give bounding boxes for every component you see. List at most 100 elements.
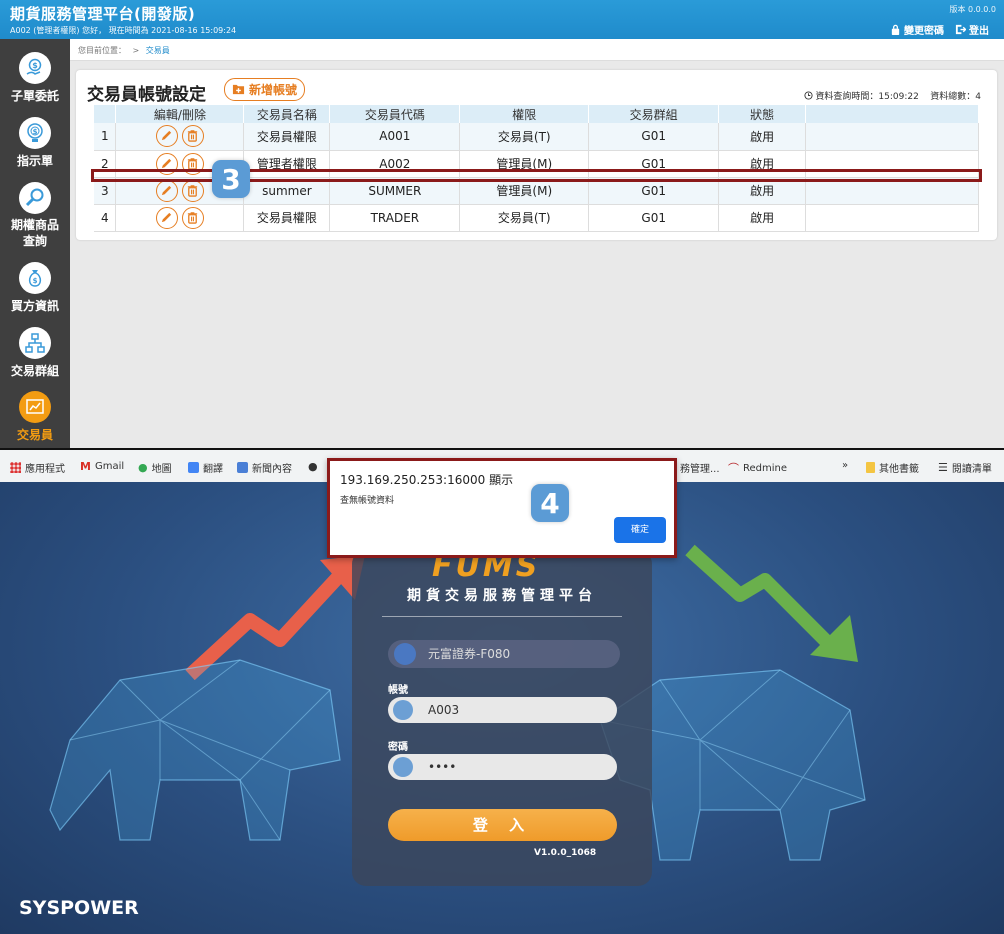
account-label: 帳號 (388, 685, 408, 696)
bookmark-label: 翻譯 (203, 464, 223, 475)
step-badge-3: 3 (212, 160, 250, 198)
money-bag-icon: $ (19, 262, 51, 294)
sidebar-item-buyer-info[interactable]: $ 買方資訊 (0, 262, 70, 314)
news-icon (237, 462, 248, 473)
logout-label: 登出 (969, 26, 989, 37)
folder-icon (866, 462, 875, 473)
cell-permission: 交易員(T) (459, 204, 590, 232)
delete-icon[interactable] (181, 125, 204, 148)
dialog-message: 查無帳號資料 (340, 496, 395, 506)
cell-permission: 交易員(T) (459, 123, 590, 151)
version-label: 版本 0.0.0.0 (949, 5, 996, 14)
edit-icon[interactable] (155, 179, 178, 202)
bookmark-label: Gmail (94, 461, 125, 472)
change-password-button[interactable]: 變更密碼 (890, 22, 944, 37)
password-value: •••• (428, 760, 457, 774)
broker-select[interactable]: 元富證券-F080 (388, 640, 620, 668)
lock-icon (393, 757, 413, 777)
col-header-no (94, 105, 117, 123)
password-input[interactable]: •••• (388, 754, 617, 780)
breadcrumb-prefix: 您目前位置： (78, 46, 126, 55)
col-header-name[interactable]: 交易員名稱 (243, 105, 331, 123)
add-folder-icon (232, 84, 245, 95)
sidebar-item-instruction[interactable]: $ 指示單 (0, 117, 70, 169)
add-account-label: 新增帳號 (249, 83, 298, 97)
syspower-logo: SYSPOWER (19, 897, 139, 919)
bookmark-globe[interactable]: ● (308, 460, 318, 473)
lock-icon (891, 24, 900, 35)
bookmark-news[interactable]: 新聞內容 (237, 460, 292, 475)
account-input[interactable]: A003 (388, 697, 617, 723)
password-label: 密碼 (388, 742, 408, 753)
bookmark-redmine[interactable]: ⌒ Redmine (728, 460, 787, 476)
add-account-button[interactable]: 新增帳號 (224, 78, 306, 101)
search-icon (19, 182, 51, 214)
bookmark-label: 務管理... (680, 464, 720, 475)
dollar-hand-icon: $ (19, 52, 51, 84)
cell-blank (805, 204, 979, 232)
bookmark-label: 地圖 (151, 464, 172, 475)
bookmark-gmail[interactable]: M Gmail (80, 460, 124, 473)
row-actions (115, 204, 245, 232)
broker-value: 元富證券-F080 (428, 647, 511, 661)
edit-icon[interactable] (155, 125, 178, 148)
account-value: A003 (428, 703, 460, 717)
user-greeting: A002 (管理者權限) 您好， 現在時間為 2021-08-16 15:09:… (10, 26, 237, 35)
logout-button[interactable]: 登出 (955, 22, 989, 37)
bookmark-apps[interactable]: 應用程式 (10, 460, 65, 475)
query-info-text: 資料查詢時間：15:09:22 資料總數：4 (815, 92, 981, 102)
bookmark-label: 閱讀清單 (951, 464, 992, 475)
divider-line (382, 616, 622, 617)
trader-icon (19, 391, 51, 423)
delete-icon[interactable] (181, 179, 204, 202)
dollar-bulb-icon: $ (19, 117, 51, 149)
apps-grid-icon (10, 462, 21, 473)
gmail-icon: M (80, 460, 91, 473)
sidebar-item-trading-group[interactable]: 交易群組 (0, 327, 70, 379)
row-number: 4 (94, 204, 117, 232)
bookmark-partial[interactable]: 務管理... (680, 460, 720, 475)
tag-icon (394, 643, 416, 665)
breadcrumb: 您目前位置： > 交易員 (70, 39, 1004, 61)
col-header-permission[interactable]: 權限 (459, 105, 590, 123)
sidebar-item-label: 交易員 (16, 428, 53, 442)
cell-name: 交易員權限 (243, 123, 331, 151)
breadcrumb-current[interactable]: 交易員 (146, 46, 170, 55)
bookmark-label: Redmine (743, 462, 788, 474)
table-row: 4 交易員權限 TRADER 交易員(T) G01 啟用 (94, 204, 979, 232)
bookmark-translate[interactable]: 翻譯 (188, 460, 223, 475)
sidebar-item-option-query[interactable]: 期權商品 查詢 (0, 182, 70, 249)
map-pin-icon: ● (138, 461, 148, 474)
dialog-title: 193.169.250.253:16000 顯示 (340, 473, 514, 487)
login-button[interactable]: 登 入 (388, 809, 617, 841)
sidebar-item-label: 買方資訊 (10, 299, 59, 313)
login-screen: 應用程式 M Gmail ● 地圖 翻譯 新聞內容 ● 務管理... ⌒ Red… (0, 450, 1004, 934)
bookmark-more[interactable]: » (842, 460, 848, 471)
cell-status: 啟用 (718, 123, 807, 151)
app-title: 期貨服務管理平台(開發版) (10, 5, 196, 23)
sidebar-item-sub-order[interactable]: $ 子單委託 (0, 52, 70, 104)
col-header-blank (805, 105, 979, 123)
col-header-status[interactable]: 狀態 (718, 105, 807, 123)
col-header-group[interactable]: 交易群組 (588, 105, 720, 123)
dialog-ok-button[interactable]: 確定 (614, 517, 666, 543)
sidebar-item-label-line1: 期權商品 (10, 218, 59, 232)
bookmark-label: 其他書籤 (879, 464, 919, 475)
col-header-code[interactable]: 交易員代碼 (329, 105, 461, 123)
sidebar-item-trader[interactable]: 交易員 (0, 391, 70, 443)
bookmark-maps[interactable]: ● 地圖 (138, 460, 172, 475)
trader-account-panel: 交易員帳號設定 新增帳號 資料查詢時間：15:09:22 資料總數：4 編輯/刪… (76, 70, 997, 240)
delete-icon[interactable] (181, 206, 204, 229)
app-header: 期貨服務管理平台(開發版) A002 (管理者權限) 您好， 現在時間為 202… (0, 0, 1004, 39)
sidebar-item-label: 子單委託 (10, 89, 59, 103)
table-row: 1 交易員權限 A001 交易員(T) G01 啟用 (94, 123, 979, 151)
cell-code: A001 (329, 123, 461, 151)
change-password-label: 變更密碼 (904, 26, 944, 37)
bookmark-other[interactable]: 其他書籤 (866, 460, 919, 475)
bookmark-reading-list[interactable]: ☰ 閱讀清單 (938, 460, 992, 475)
sidebar-item-label: 指示單 (16, 154, 53, 168)
edit-icon[interactable] (155, 206, 178, 229)
step-badge-4: 4 (531, 484, 569, 522)
bookmark-label: » (842, 460, 849, 471)
user-icon (393, 700, 413, 720)
